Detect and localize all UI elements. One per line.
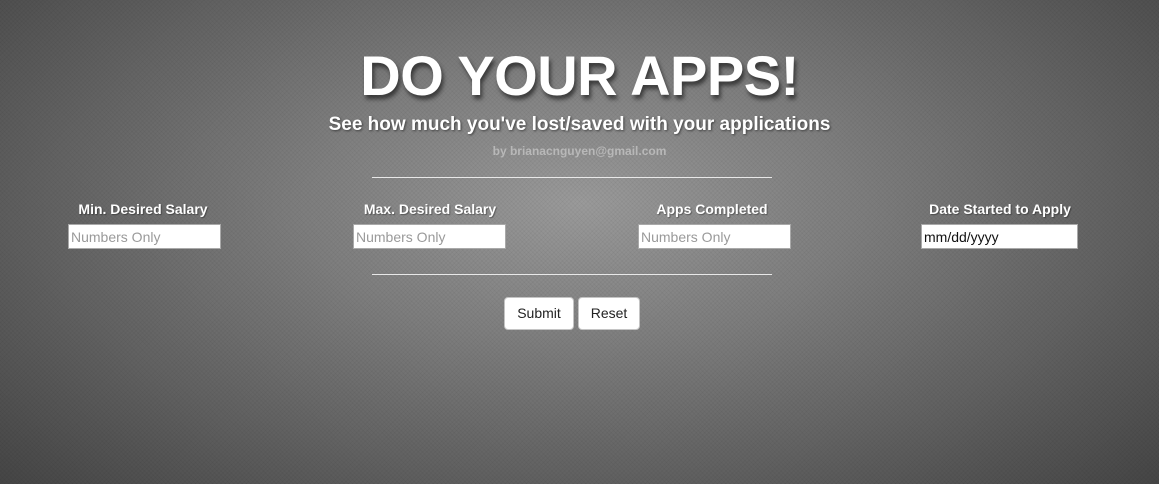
top-divider: [372, 177, 772, 178]
start-date-field: Date Started to Apply: [900, 200, 1100, 249]
author-byline: by brianacnguyen@gmail.com: [492, 144, 667, 158]
apps-completed-input[interactable]: [638, 224, 791, 249]
reset-button[interactable]: Reset: [578, 297, 640, 330]
apps-completed-field: Apps Completed: [612, 200, 812, 249]
submit-button[interactable]: Submit: [504, 297, 574, 330]
apps-completed-label: Apps Completed: [656, 201, 768, 217]
min-salary-label: Min. Desired Salary: [78, 201, 208, 217]
page-title: DO YOUR APPS!: [360, 44, 799, 107]
start-date-input[interactable]: [921, 224, 1078, 249]
min-salary-input[interactable]: [68, 224, 221, 249]
max-salary-field: Max. Desired Salary: [330, 200, 530, 249]
bottom-divider: [372, 274, 772, 275]
max-salary-input[interactable]: [353, 224, 506, 249]
start-date-label: Date Started to Apply: [929, 201, 1071, 217]
max-salary-label: Max. Desired Salary: [363, 201, 497, 217]
page-subtitle: See how much you've lost/saved with your…: [328, 114, 831, 135]
min-salary-field: Min. Desired Salary: [43, 200, 243, 249]
